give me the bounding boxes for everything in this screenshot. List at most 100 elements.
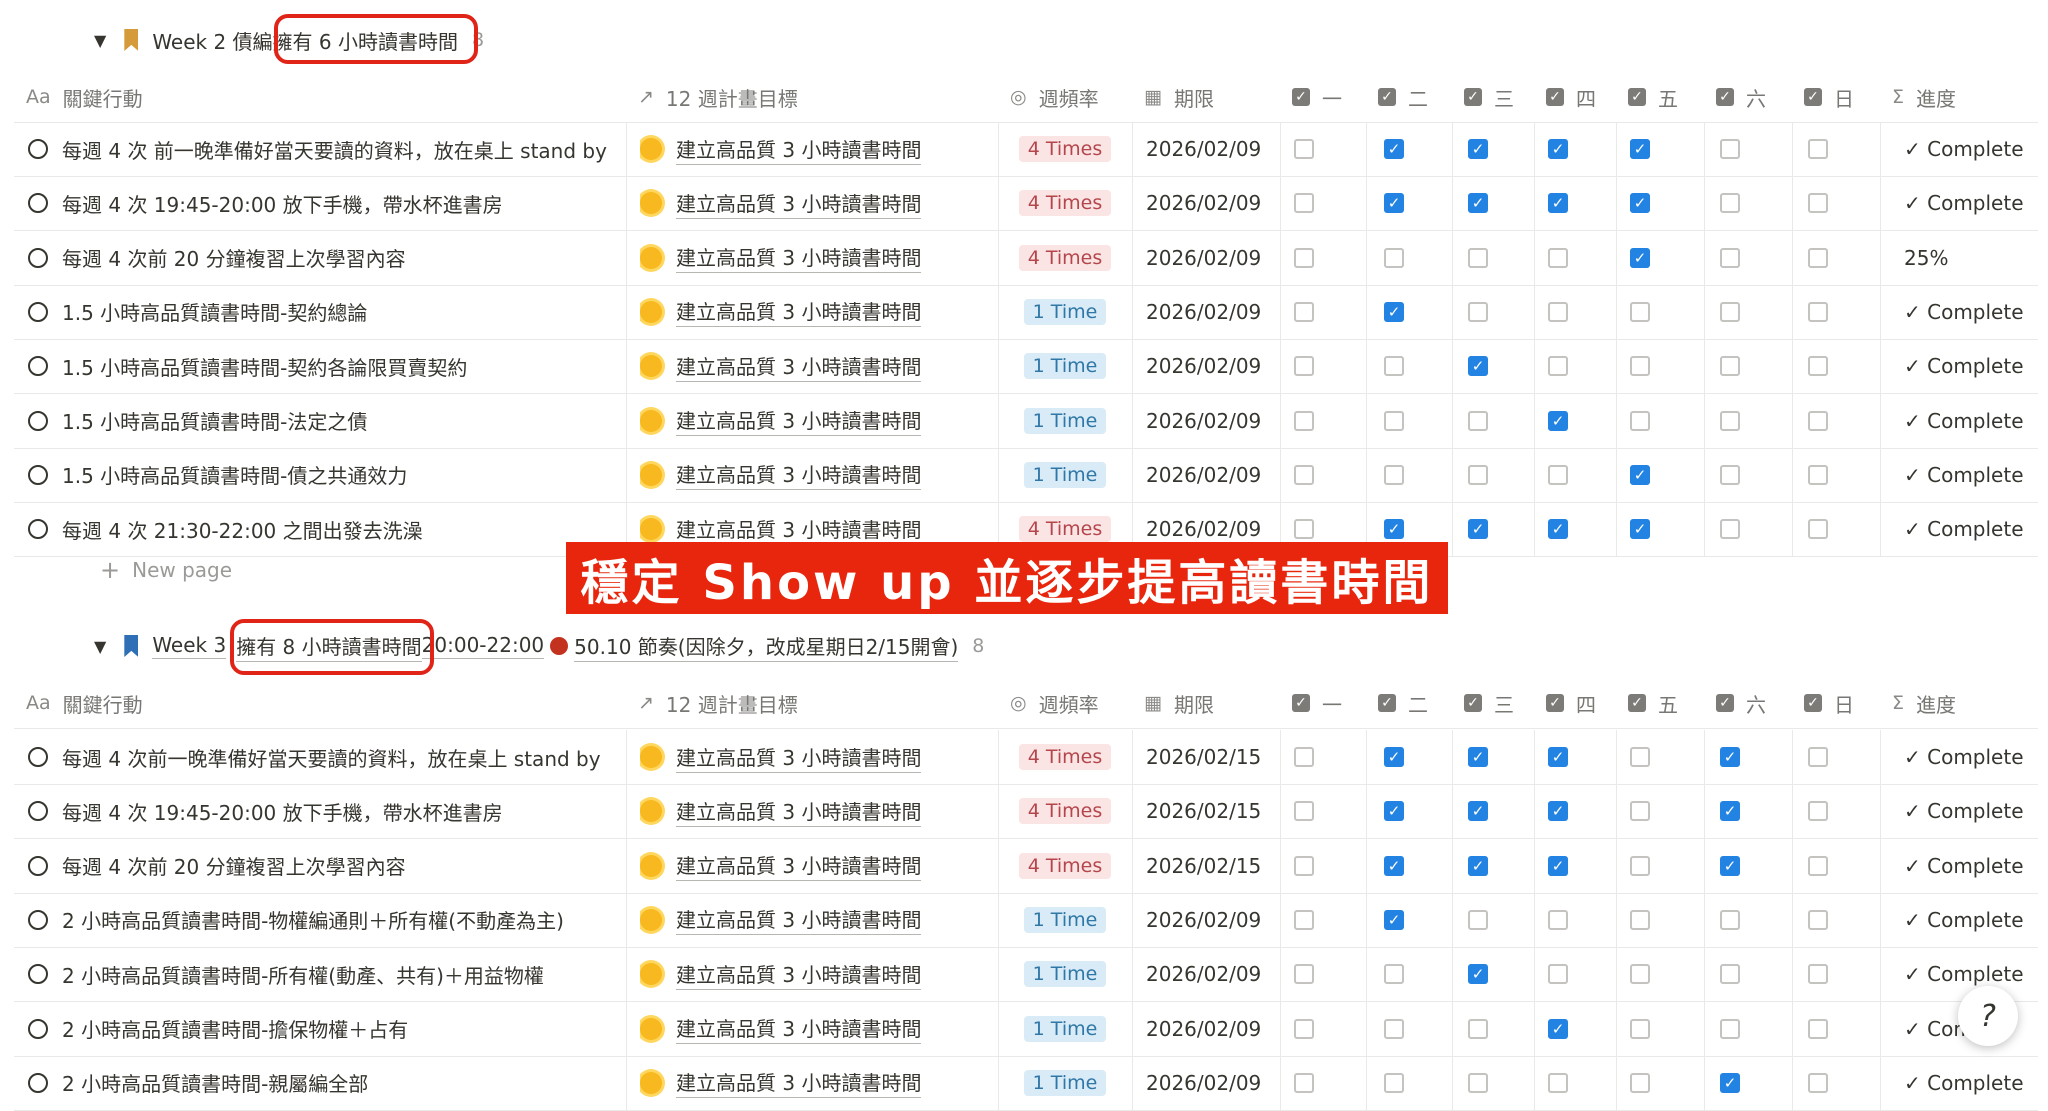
day-checkbox[interactable]: [1384, 1018, 1404, 1039]
day-checkbox[interactable]: ✓: [1548, 193, 1568, 214]
day-checkbox-cell[interactable]: [1630, 784, 1650, 838]
column-header-wed[interactable]: ✓ 三: [1464, 678, 1546, 728]
day-checkbox-cell[interactable]: [1630, 394, 1650, 448]
goal-cell[interactable]: 建立高品質 3 小時讀書時間: [640, 893, 990, 947]
column-header-mon[interactable]: ✓ 一: [1292, 678, 1378, 728]
column-header-thu[interactable]: ✓ 四: [1546, 678, 1628, 728]
table-row[interactable]: 1.5 小時高品質讀書時間-法定之債 建立高品質 3 小時讀書時間 1 Time 20…: [14, 393, 2038, 449]
day-checkbox-cell[interactable]: [1294, 339, 1314, 393]
status-circle-icon[interactable]: [28, 855, 48, 876]
frequency-cell[interactable]: 1 Time: [998, 947, 1132, 1001]
day-checkbox-cell[interactable]: ✓: [1548, 784, 1568, 838]
day-checkbox-cell[interactable]: [1548, 448, 1568, 502]
goal-link[interactable]: 建立高品質 3 小時讀書時間: [676, 1067, 922, 1099]
day-checkbox[interactable]: [1384, 247, 1404, 268]
date-cell[interactable]: 2026/02/09: [1146, 448, 1280, 502]
day-checkbox[interactable]: ✓: [1548, 139, 1568, 159]
status-circle-icon[interactable]: [28, 247, 48, 268]
day-checkbox-cell[interactable]: [1468, 394, 1488, 448]
day-checkbox[interactable]: [1548, 301, 1568, 322]
goal-cell[interactable]: 建立高品質 3 小時讀書時間: [640, 730, 990, 784]
goal-link[interactable]: 建立高品質 3 小時讀書時間: [676, 405, 922, 436]
frequency-cell[interactable]: 1 Time: [998, 893, 1132, 947]
day-checkbox[interactable]: ✓: [1468, 747, 1488, 767]
day-checkbox[interactable]: [1384, 464, 1404, 485]
day-checkbox-cell[interactable]: [1720, 947, 1740, 1001]
day-checkbox-cell[interactable]: ✓: [1384, 176, 1404, 230]
day-checkbox-cell[interactable]: [1384, 947, 1404, 1001]
day-checkbox-cell[interactable]: [1294, 730, 1314, 784]
day-checkbox[interactable]: ✓: [1720, 1072, 1740, 1093]
day-checkbox[interactable]: [1384, 410, 1404, 431]
date-cell[interactable]: 2026/02/09: [1146, 122, 1280, 176]
date-cell[interactable]: 2026/02/09: [1146, 176, 1280, 230]
day-checkbox-cell[interactable]: ✓: [1720, 784, 1740, 838]
goal-cell[interactable]: 建立高品質 3 小時讀書時間: [640, 394, 990, 448]
column-header-tue[interactable]: ✓ 二: [1378, 678, 1464, 728]
goal-cell[interactable]: 建立高品質 3 小時讀書時間: [640, 947, 990, 1001]
day-checkbox-cell[interactable]: [1294, 122, 1314, 176]
name-cell[interactable]: 1.5 小時高品質讀書時間-契約總論: [14, 285, 618, 339]
day-checkbox[interactable]: [1720, 1018, 1740, 1039]
day-checkbox[interactable]: ✓: [1630, 247, 1650, 268]
day-checkbox[interactable]: [1630, 747, 1650, 767]
day-checkbox[interactable]: [1808, 464, 1828, 485]
day-checkbox[interactable]: ✓: [1548, 855, 1568, 876]
frequency-cell[interactable]: 4 Times: [998, 122, 1132, 176]
day-checkbox-cell[interactable]: [1548, 339, 1568, 393]
name-cell[interactable]: 1.5 小時高品質讀書時間-契約各論限買賣契約: [14, 339, 618, 393]
day-checkbox[interactable]: ✓: [1548, 747, 1568, 767]
day-checkbox-cell[interactable]: ✓: [1548, 176, 1568, 230]
column-header-date[interactable]: ▦ 期限: [1144, 678, 1292, 728]
day-checkbox[interactable]: [1720, 193, 1740, 214]
goal-link[interactable]: 建立高品質 3 小時讀書時間: [676, 351, 922, 382]
status-circle-icon[interactable]: [28, 139, 48, 159]
frequency-cell[interactable]: 1 Time: [998, 448, 1132, 502]
goal-link[interactable]: 建立高品質 3 小時讀書時間: [676, 296, 922, 328]
column-header-sun[interactable]: ✓ 日: [1804, 678, 1892, 728]
day-checkbox[interactable]: [1294, 964, 1314, 985]
day-checkbox[interactable]: [1294, 519, 1314, 540]
goal-link[interactable]: 建立高品質 3 小時讀書時間: [676, 459, 922, 491]
goal-cell[interactable]: 建立高品質 3 小時讀書時間: [640, 176, 990, 230]
name-cell[interactable]: 2 小時高品質讀書時間-所有權(動產、共有)＋用益物權: [14, 947, 618, 1001]
table-row[interactable]: 每週 4 次 前一晚準備好當天要讀的資料，放在桌上 stand by 建立高品質 …: [14, 122, 2038, 177]
status-circle-icon[interactable]: [28, 356, 48, 377]
goal-cell[interactable]: 建立高品質 3 小時讀書時間: [640, 1056, 990, 1110]
day-checkbox[interactable]: [1808, 909, 1828, 930]
day-checkbox[interactable]: [1720, 356, 1740, 377]
day-checkbox-cell[interactable]: [1384, 1002, 1404, 1056]
day-checkbox[interactable]: [1294, 139, 1314, 159]
day-checkbox[interactable]: ✓: [1548, 1018, 1568, 1039]
day-checkbox-cell[interactable]: [1294, 394, 1314, 448]
day-checkbox-cell[interactable]: [1630, 839, 1650, 893]
day-checkbox[interactable]: [1720, 909, 1740, 930]
day-checkbox[interactable]: [1808, 1018, 1828, 1039]
day-checkbox-cell[interactable]: ✓: [1548, 730, 1568, 784]
day-checkbox-cell[interactable]: [1808, 839, 1828, 893]
date-cell[interactable]: 2026/02/15: [1146, 839, 1280, 893]
goal-cell[interactable]: 建立高品質 3 小時讀書時間: [640, 448, 990, 502]
column-header-sun[interactable]: ✓ 日: [1804, 72, 1892, 122]
day-checkbox[interactable]: ✓: [1630, 464, 1650, 485]
day-checkbox-cell[interactable]: [1630, 947, 1650, 1001]
day-checkbox[interactable]: ✓: [1468, 356, 1488, 377]
day-checkbox-cell[interactable]: ✓: [1384, 730, 1404, 784]
name-cell[interactable]: 每週 4 次前 20 分鐘複習上次學習內容: [14, 839, 618, 893]
day-checkbox[interactable]: [1548, 247, 1568, 268]
day-checkbox[interactable]: [1294, 410, 1314, 431]
day-checkbox[interactable]: ✓: [1720, 747, 1740, 767]
day-checkbox[interactable]: [1720, 139, 1740, 159]
day-checkbox[interactable]: ✓: [1384, 747, 1404, 767]
day-checkbox[interactable]: [1548, 356, 1568, 377]
frequency-cell[interactable]: 4 Times: [998, 730, 1132, 784]
day-checkbox[interactable]: ✓: [1384, 855, 1404, 876]
day-checkbox-cell[interactable]: [1384, 394, 1404, 448]
status-circle-icon[interactable]: [28, 909, 48, 930]
column-header-prog[interactable]: Σ 進度: [1892, 678, 2048, 728]
day-checkbox[interactable]: ✓: [1468, 139, 1488, 159]
day-checkbox-cell[interactable]: ✓: [1548, 122, 1568, 176]
day-checkbox-cell[interactable]: [1808, 947, 1828, 1001]
day-checkbox[interactable]: [1384, 1072, 1404, 1093]
day-checkbox[interactable]: [1294, 301, 1314, 322]
